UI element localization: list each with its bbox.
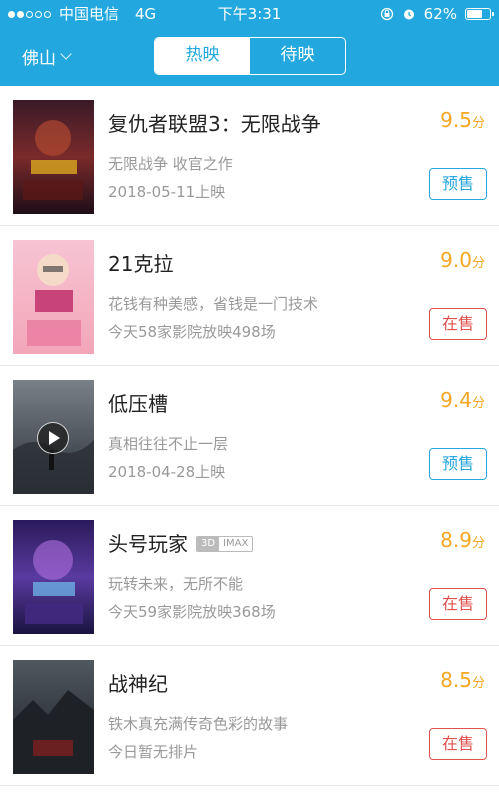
movie-score: 8.9分	[440, 528, 485, 552]
on-sale-button[interactable]: 在售	[429, 588, 487, 620]
movie-score: 9.4分	[440, 388, 485, 412]
city-selector[interactable]: 佛山	[22, 44, 72, 69]
presale-button[interactable]: 预售	[429, 168, 487, 200]
movie-title: 头号玩家 3D IMAX	[108, 528, 254, 557]
movie-tagline: 玩转未来，无所不能	[108, 575, 244, 593]
movie-tab-switch: 热映 待映	[154, 37, 346, 75]
on-sale-button[interactable]: 在售	[429, 728, 487, 760]
play-icon[interactable]	[37, 422, 69, 454]
battery-percent: 62%	[423, 5, 457, 23]
city-label: 佛山	[22, 49, 56, 69]
movie-poster[interactable]	[13, 660, 94, 774]
movie-item[interactable]: 复仇者联盟3：无限战争 9.5分 无限战争 收官之作 2018-05-11上映 …	[0, 86, 499, 226]
movie-release-info: 2018-04-28上映	[108, 463, 226, 481]
movie-poster[interactable]	[13, 380, 94, 494]
movie-item[interactable]: 头号玩家 3D IMAX 8.9分 玩转未来，无所不能 今天59家影院放映368…	[0, 506, 499, 646]
movie-title: 低压槽	[108, 392, 168, 416]
movie-poster[interactable]	[13, 240, 94, 354]
movie-score: 9.5分	[440, 108, 485, 132]
top-header: 中国电信 4G 下午3:31 62% 佛山 热映 待映	[0, 0, 499, 86]
movie-showtime-info: 今天58家影院放映498场	[108, 323, 276, 341]
movie-tagline: 真相往往不止一层	[108, 435, 229, 453]
movie-item[interactable]: 低压槽 9.4分 真相往往不止一层 2018-04-28上映 预售	[0, 366, 499, 506]
on-sale-button[interactable]: 在售	[429, 308, 487, 340]
alarm-icon	[403, 9, 414, 20]
movie-tagline: 铁木真充满传奇色彩的故事	[108, 715, 289, 733]
rotation-lock-icon	[380, 7, 393, 21]
movie-tagline: 花钱有种美感，省钱是一门技术	[108, 295, 319, 313]
movie-tagline: 无限战争 收官之作	[108, 155, 233, 173]
tab-coming-soon[interactable]: 待映	[250, 38, 345, 74]
tab-now-showing[interactable]: 热映	[155, 38, 250, 74]
movie-showtime-info: 今日暂无排片	[108, 743, 199, 761]
movie-poster[interactable]	[13, 100, 94, 214]
battery-icon	[465, 8, 494, 20]
movie-score: 8.5分	[440, 668, 485, 692]
movie-showtime-info: 今天59家影院放映368场	[108, 603, 276, 621]
movie-release-info: 2018-05-11上映	[108, 183, 226, 201]
movie-title: 战神纪	[108, 672, 168, 696]
movie-item[interactable]: 战神纪 8.5分 铁木真充满传奇色彩的故事 今日暂无排片 在售	[0, 646, 499, 786]
status-bar: 中国电信 4G 下午3:31 62%	[0, 0, 499, 28]
badge-3d: 3D	[197, 536, 220, 551]
movie-title: 复仇者联盟3：无限战争	[108, 112, 321, 136]
movie-poster[interactable]	[13, 520, 94, 634]
movie-title: 21克拉	[108, 252, 174, 276]
format-badge: 3D IMAX	[196, 535, 254, 552]
chevron-down-icon	[60, 48, 72, 60]
movie-item[interactable]: 21克拉 9.0分 花钱有种美感，省钱是一门技术 今天58家影院放映498场 在…	[0, 226, 499, 366]
movie-score: 9.0分	[440, 248, 485, 272]
movie-list: 复仇者联盟3：无限战争 9.5分 无限战争 收官之作 2018-05-11上映 …	[0, 86, 499, 786]
presale-button[interactable]: 预售	[429, 448, 487, 480]
badge-imax: IMAX	[223, 537, 249, 549]
